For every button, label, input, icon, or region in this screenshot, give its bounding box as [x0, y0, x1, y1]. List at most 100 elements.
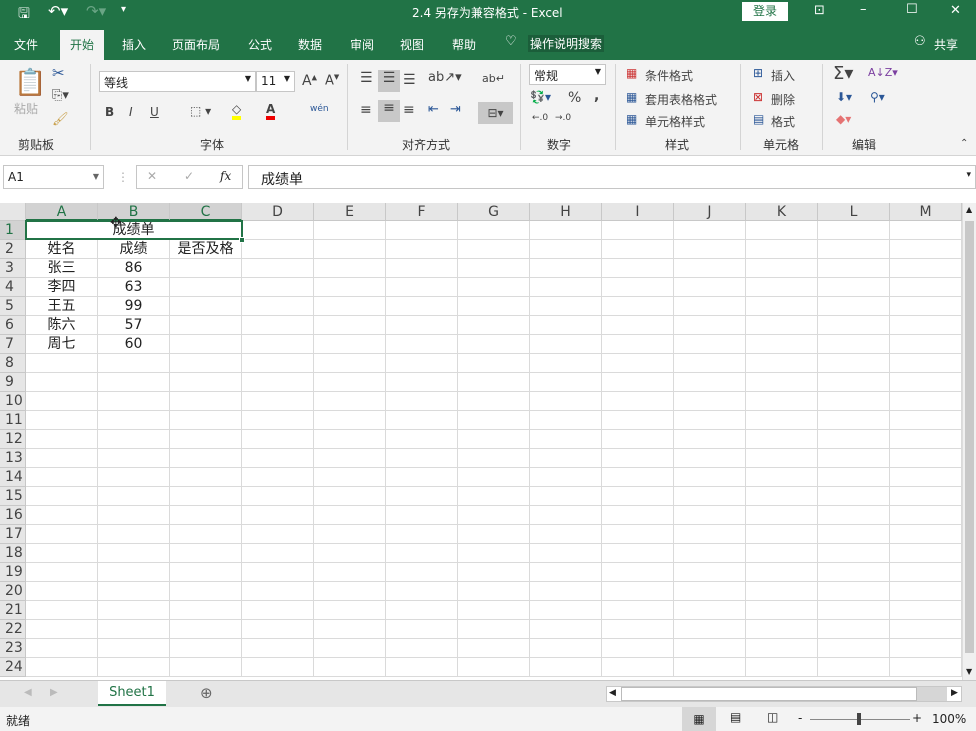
cell[interactable]	[674, 525, 746, 544]
cell[interactable]	[602, 221, 674, 240]
cell[interactable]	[602, 525, 674, 544]
cell[interactable]	[602, 430, 674, 449]
login-button[interactable]: 登录	[742, 2, 788, 21]
cell[interactable]	[818, 278, 890, 297]
cell[interactable]: 张三	[26, 259, 98, 278]
cell[interactable]	[170, 373, 242, 392]
row-header-17[interactable]: 17	[0, 525, 26, 544]
increase-font-icon[interactable]: A▲	[302, 73, 317, 89]
cell[interactable]	[602, 658, 674, 677]
cell[interactable]	[458, 221, 530, 240]
cell[interactable]	[818, 563, 890, 582]
cell[interactable]	[98, 430, 170, 449]
cell[interactable]	[890, 487, 962, 506]
decrease-indent-icon[interactable]: ⇤	[428, 102, 439, 117]
cell[interactable]	[890, 658, 962, 677]
cell[interactable]	[98, 582, 170, 601]
cell[interactable]	[530, 563, 602, 582]
row-header-1[interactable]: 1	[0, 221, 26, 240]
cell[interactable]	[386, 620, 458, 639]
cell[interactable]	[26, 411, 98, 430]
cell[interactable]	[602, 392, 674, 411]
cell[interactable]	[674, 240, 746, 259]
row-header-7[interactable]: 7	[0, 335, 26, 354]
decrease-font-icon[interactable]: A▼	[325, 73, 339, 88]
cell[interactable]	[746, 335, 818, 354]
row-header-16[interactable]: 16	[0, 506, 26, 525]
cell[interactable]	[530, 601, 602, 620]
tab-data[interactable]: 数据	[288, 32, 332, 60]
cell[interactable]	[746, 316, 818, 335]
cell[interactable]	[242, 392, 314, 411]
cell[interactable]	[26, 468, 98, 487]
select-all-corner[interactable]	[0, 203, 26, 221]
cell[interactable]	[242, 297, 314, 316]
tab-insert[interactable]: 插入	[112, 32, 156, 60]
cell[interactable]	[98, 601, 170, 620]
cell[interactable]	[242, 658, 314, 677]
cell[interactable]	[746, 411, 818, 430]
increase-decimal-icon[interactable]: ←.0	[532, 113, 548, 123]
cell[interactable]	[26, 449, 98, 468]
zoom-out-button[interactable]: -	[798, 711, 802, 725]
align-middle-icon[interactable]: ☰	[378, 70, 400, 92]
decrease-decimal-icon[interactable]: →.0	[555, 113, 571, 123]
cell[interactable]	[818, 449, 890, 468]
tab-review[interactable]: 审阅	[340, 32, 384, 60]
column-header-E[interactable]: E	[314, 203, 386, 221]
cell[interactable]	[98, 620, 170, 639]
cell[interactable]	[386, 544, 458, 563]
cell[interactable]	[98, 544, 170, 563]
cell[interactable]	[242, 430, 314, 449]
redo-icon[interactable]: ↷▾	[86, 2, 106, 20]
cell[interactable]	[242, 240, 314, 259]
cell[interactable]	[674, 449, 746, 468]
cell[interactable]	[530, 658, 602, 677]
share-icon[interactable]: ⚇	[914, 34, 926, 49]
row-header-24[interactable]: 24	[0, 658, 26, 677]
conditional-format-button[interactable]: 条件格式	[645, 67, 693, 84]
zoom-in-button[interactable]: +	[912, 711, 922, 725]
cell[interactable]	[458, 259, 530, 278]
cut-icon[interactable]: ✂	[52, 64, 65, 82]
cell[interactable]	[746, 506, 818, 525]
cell[interactable]	[170, 620, 242, 639]
cell[interactable]	[530, 335, 602, 354]
cell[interactable]	[746, 639, 818, 658]
cell[interactable]	[26, 525, 98, 544]
cell[interactable]	[242, 354, 314, 373]
cell[interactable]	[530, 354, 602, 373]
cell[interactable]	[458, 620, 530, 639]
cell[interactable]	[170, 259, 242, 278]
cell[interactable]	[314, 259, 386, 278]
tab-file[interactable]: 文件	[4, 32, 48, 60]
cell[interactable]	[530, 297, 602, 316]
column-header-J[interactable]: J	[674, 203, 746, 221]
cell[interactable]: 是否及格	[170, 240, 242, 259]
find-icon[interactable]: ⚲▾	[870, 90, 885, 104]
cell[interactable]	[242, 449, 314, 468]
borders-icon[interactable]: ⬚ ▾	[190, 104, 211, 118]
cell[interactable]	[530, 316, 602, 335]
align-top-icon[interactable]: ☰	[360, 70, 373, 86]
align-center-icon[interactable]: ≡	[378, 100, 400, 122]
italic-button[interactable]: I	[129, 105, 133, 119]
fill-icon[interactable]: ⬇▾	[836, 90, 852, 104]
cell[interactable]	[170, 449, 242, 468]
cell[interactable]	[818, 620, 890, 639]
cell[interactable]	[890, 335, 962, 354]
cell[interactable]	[674, 373, 746, 392]
cell[interactable]	[386, 506, 458, 525]
cell[interactable]	[386, 449, 458, 468]
cell[interactable]	[890, 278, 962, 297]
cell[interactable]	[242, 259, 314, 278]
cell[interactable]	[458, 430, 530, 449]
cell[interactable]	[746, 582, 818, 601]
format-painter-icon[interactable]: 🖌	[52, 112, 69, 127]
cell[interactable]	[314, 468, 386, 487]
cell[interactable]	[170, 278, 242, 297]
cell[interactable]	[674, 563, 746, 582]
cell[interactable]	[818, 411, 890, 430]
cell[interactable]	[386, 373, 458, 392]
cell[interactable]	[890, 582, 962, 601]
